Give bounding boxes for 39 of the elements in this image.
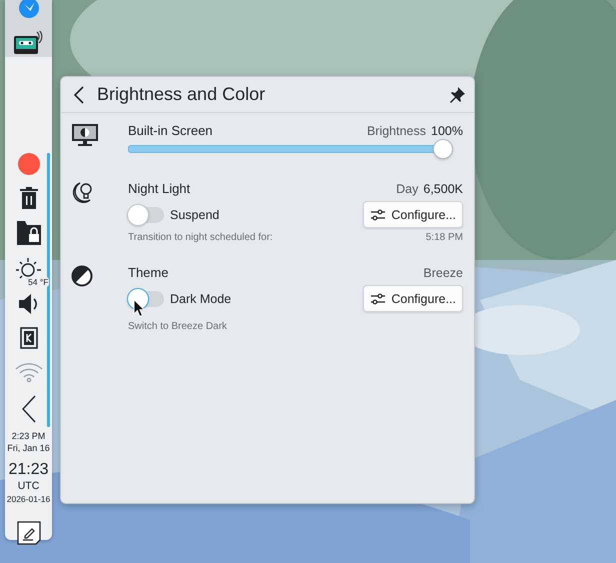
toggle-label[interactable]: Dark Mode xyxy=(170,292,232,306)
configure-button[interactable]: Configure... xyxy=(363,201,463,228)
popup-title: Brightness and Color xyxy=(97,84,266,105)
section-title: Theme xyxy=(128,265,168,280)
timezone-label: UTC xyxy=(18,480,40,493)
cursor-icon xyxy=(133,299,145,317)
reading-value: 6,500K xyxy=(423,182,463,196)
status-label: Brightness xyxy=(366,124,426,138)
toggle-switch[interactable] xyxy=(128,206,164,222)
monitor-icon xyxy=(71,123,99,147)
hint-text: Switch to Breeze Dark xyxy=(128,321,227,332)
back-icon[interactable] xyxy=(73,86,84,104)
clock-date: Fri, Jan 16 xyxy=(7,442,50,454)
trash-icon[interactable] xyxy=(20,187,38,209)
pin-icon[interactable] xyxy=(449,86,465,102)
sun-icon[interactable] xyxy=(16,257,42,281)
toggle-label[interactable]: Suspend xyxy=(170,208,220,222)
status-label: Breeze xyxy=(423,266,463,280)
reading-value: 100% xyxy=(431,124,463,138)
section-title: Built-in Screen xyxy=(128,123,213,138)
arrow-left-icon[interactable] xyxy=(22,395,36,423)
utc-time: 21:23 xyxy=(8,460,49,480)
lock-folder-icon[interactable] xyxy=(16,221,40,245)
status-label: Day xyxy=(396,182,418,196)
note-icon[interactable] xyxy=(16,521,40,545)
sliders-icon xyxy=(371,292,386,304)
utc-date: 2026-01-16 xyxy=(6,493,50,505)
clock-time: 2:23 PM xyxy=(12,430,46,442)
record-icon[interactable] xyxy=(18,153,40,175)
section-title: Night Light xyxy=(128,181,190,196)
sliders-icon xyxy=(371,208,386,220)
configure-button[interactable]: Configure... xyxy=(363,285,463,312)
cassette-icon[interactable] xyxy=(12,31,44,57)
hint-text: Transition to night scheduled for: xyxy=(128,232,273,243)
scheduled-time: 5:18 PM xyxy=(426,232,463,243)
temperature-label: 54 °F xyxy=(27,277,50,287)
keyboard-layout-icon[interactable] xyxy=(20,327,38,349)
contrast-icon xyxy=(71,265,93,287)
slider-handle[interactable] xyxy=(433,139,453,159)
